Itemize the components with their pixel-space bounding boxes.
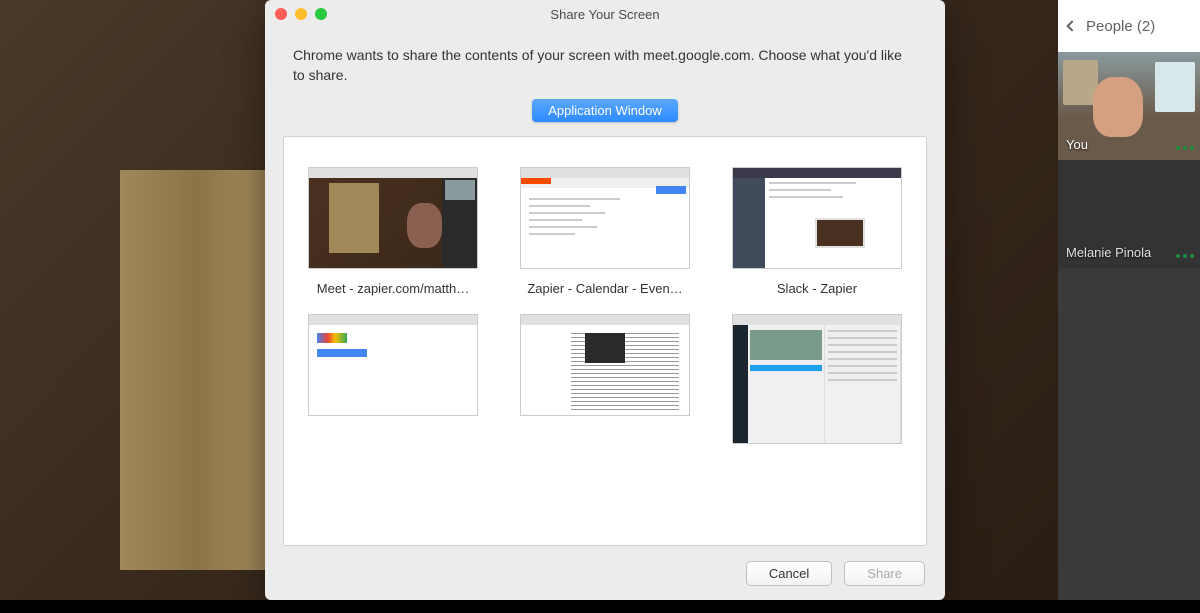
window-option-meet[interactable]: Meet - zapier.com/matth…: [302, 167, 484, 296]
window-option-google[interactable]: [302, 314, 484, 456]
participant-tile-you[interactable]: You: [1058, 52, 1200, 160]
window-option-slack[interactable]: Slack - Zapier: [726, 167, 908, 296]
window-thumbnail: [732, 167, 902, 269]
more-icon[interactable]: [1176, 146, 1194, 150]
people-panel: People (2) You Melanie Pinola: [1058, 0, 1200, 600]
minimize-icon[interactable]: [295, 8, 307, 20]
window-thumbnail: [520, 167, 690, 269]
window-option-zapier[interactable]: Zapier - Calendar - Even…: [514, 167, 696, 296]
people-header[interactable]: People (2): [1058, 0, 1200, 52]
share-screen-dialog: Share Your Screen Chrome wants to share …: [265, 0, 945, 600]
window-thumbnail: [520, 314, 690, 416]
participant-name-label: You: [1066, 137, 1088, 152]
bottom-bar: [0, 600, 1200, 613]
tab-application-window[interactable]: Application Window: [532, 99, 677, 122]
tab-row: Application Window: [265, 95, 945, 136]
chevron-left-icon: [1066, 20, 1077, 31]
window-label: Zapier - Calendar - Even…: [527, 281, 682, 296]
close-icon[interactable]: [275, 8, 287, 20]
window-thumbnail: [732, 314, 902, 444]
dialog-title: Share Your Screen: [275, 7, 935, 22]
window-controls: [275, 8, 327, 20]
more-icon[interactable]: [1176, 254, 1194, 258]
dialog-footer: Cancel Share: [265, 546, 945, 600]
cancel-button[interactable]: Cancel: [746, 561, 832, 586]
window-thumbnail: [308, 167, 478, 269]
share-button[interactable]: Share: [844, 561, 925, 586]
window-label: Slack - Zapier: [777, 281, 857, 296]
window-thumbnail: [308, 314, 478, 416]
people-header-label: People (2): [1086, 18, 1155, 35]
participant-name-label: Melanie Pinola: [1066, 245, 1151, 260]
participant-tile-other[interactable]: Melanie Pinola: [1058, 160, 1200, 268]
window-option-text[interactable]: [514, 314, 696, 456]
window-picker: Meet - zapier.com/matth…: [283, 136, 927, 546]
dialog-titlebar[interactable]: Share Your Screen: [265, 0, 945, 28]
window-option-tweetdeck[interactable]: [726, 314, 908, 456]
dialog-prompt: Chrome wants to share the contents of yo…: [265, 28, 945, 95]
window-label: Meet - zapier.com/matth…: [317, 281, 469, 296]
maximize-icon[interactable]: [315, 8, 327, 20]
